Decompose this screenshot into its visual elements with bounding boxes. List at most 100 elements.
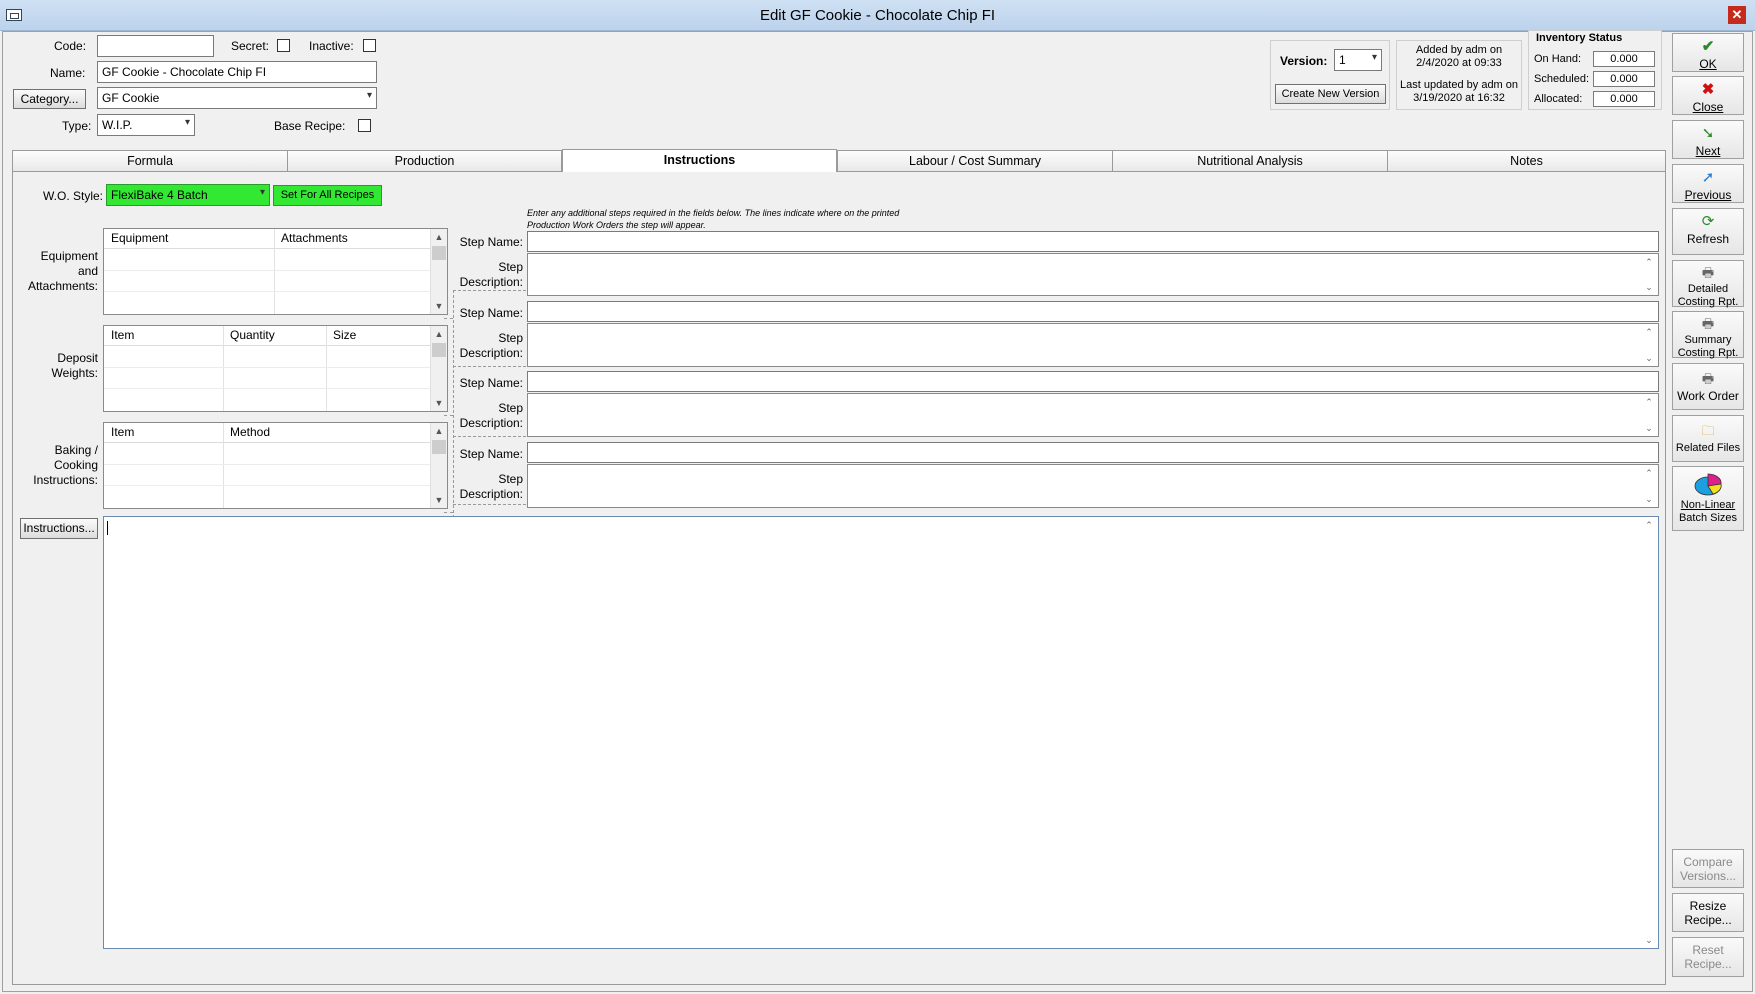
scroll-up-icon[interactable]: ⌃ bbox=[1641, 465, 1657, 481]
close-button[interactable]: ✖ Close bbox=[1672, 76, 1744, 115]
attachments-col-header[interactable]: Attachments bbox=[274, 229, 431, 249]
scroll-down-icon[interactable]: ⌄ bbox=[1641, 491, 1657, 507]
baking-scrollbar[interactable]: ▲ ▼ bbox=[430, 423, 447, 508]
scroll-down-icon[interactable]: ⌄ bbox=[1641, 420, 1657, 436]
wo-style-select[interactable]: FlexiBake 4 Batch ▾ bbox=[106, 184, 270, 206]
instructions-button[interactable]: Instructions... bbox=[20, 518, 98, 539]
tab-formula[interactable]: Formula bbox=[12, 150, 288, 171]
resize-label-2: Recipe... bbox=[1684, 913, 1732, 927]
code-field[interactable] bbox=[97, 35, 214, 57]
secret-checkbox[interactable] bbox=[277, 39, 290, 52]
scroll-up-icon[interactable]: ⌃ bbox=[1641, 324, 1657, 340]
scroll-up-icon[interactable]: ⌃ bbox=[1641, 517, 1657, 533]
method-col-header[interactable]: Method bbox=[223, 423, 431, 443]
step-4-name-label: Step Name: bbox=[459, 447, 523, 461]
compare-label-1: Compare bbox=[1683, 855, 1733, 869]
step-1-name-field[interactable] bbox=[527, 231, 1659, 252]
detailed-costing-report-button[interactable]: 🖶 Detailed Costing Rpt. bbox=[1672, 260, 1744, 308]
audit-info: Added by adm on 2/4/2020 at 09:33 Last u… bbox=[1396, 44, 1522, 105]
quantity-col-header[interactable]: Quantity bbox=[223, 326, 326, 346]
tab-instructions[interactable]: Instructions bbox=[562, 149, 837, 172]
wo-style-label: W.O. Style: bbox=[43, 189, 104, 203]
scroll-down-icon[interactable]: ⌄ bbox=[1641, 932, 1657, 948]
added-by-line2: 2/4/2020 at 09:33 bbox=[1416, 57, 1502, 69]
base-recipe-checkbox[interactable] bbox=[358, 119, 371, 132]
instructions-scrollbar[interactable]: ⌃ ⌄ bbox=[1641, 517, 1658, 948]
item-col-header[interactable]: Item bbox=[104, 423, 223, 443]
refresh-button[interactable]: ⟳ Refresh bbox=[1672, 208, 1744, 255]
equipment-scrollbar[interactable]: ▲ ▼ bbox=[430, 229, 447, 314]
instructions-text-area[interactable]: ⌃ ⌄ bbox=[103, 516, 1659, 949]
step-4-scrollbar[interactable]: ⌃ ⌄ bbox=[1641, 465, 1658, 507]
step-4-name-field[interactable] bbox=[527, 442, 1659, 463]
scroll-down-icon[interactable]: ▼ bbox=[431, 492, 447, 508]
base-recipe-label: Base Recipe: bbox=[274, 119, 346, 133]
inactive-checkbox[interactable] bbox=[363, 39, 376, 52]
next-button[interactable]: ➘ Next bbox=[1672, 120, 1744, 159]
size-col-header[interactable]: Size bbox=[326, 326, 431, 346]
step-2-desc-label: Step Description: bbox=[450, 331, 523, 361]
scroll-down-icon[interactable]: ▼ bbox=[431, 395, 447, 411]
step-3-name-field[interactable] bbox=[527, 371, 1659, 392]
scheduled-label: Scheduled: bbox=[1534, 73, 1590, 85]
step-1-description-field[interactable]: ⌃ ⌄ bbox=[527, 253, 1659, 296]
baking-label: Baking / Cooking Instructions: bbox=[14, 443, 98, 488]
item-col-header[interactable]: Item bbox=[104, 326, 223, 346]
step-2-description-field[interactable]: ⌃ ⌄ bbox=[527, 323, 1659, 367]
deposit-scrollbar[interactable]: ▲ ▼ bbox=[430, 326, 447, 411]
summary-costing-report-button[interactable]: 🖶 Summary Costing Rpt. bbox=[1672, 311, 1744, 359]
scroll-thumb[interactable] bbox=[432, 246, 446, 260]
step-2-name-field[interactable] bbox=[527, 301, 1659, 322]
category-select[interactable]: GF Cookie ▾ bbox=[97, 87, 377, 109]
equipment-grid[interactable]: Equipment Attachments ▲ ▼ bbox=[103, 228, 448, 315]
scroll-thumb[interactable] bbox=[432, 440, 446, 454]
step-4-desc-label: Step Description: bbox=[450, 472, 523, 502]
scroll-up-icon[interactable]: ⌃ bbox=[1641, 254, 1657, 270]
scroll-up-icon[interactable]: ▲ bbox=[431, 326, 447, 342]
steps-hint-line1: Enter any additional steps required in t… bbox=[527, 208, 900, 218]
compare-versions-button[interactable]: Compare Versions... bbox=[1672, 849, 1744, 888]
step-3-description-field[interactable]: ⌃ ⌄ bbox=[527, 393, 1659, 437]
tab-notes[interactable]: Notes bbox=[1387, 150, 1666, 171]
scroll-up-icon[interactable]: ▲ bbox=[431, 229, 447, 245]
ok-button[interactable]: ✔ OK bbox=[1672, 33, 1744, 72]
type-select[interactable]: W.I.P. ▾ bbox=[97, 114, 195, 136]
step-3-scrollbar[interactable]: ⌃ ⌄ bbox=[1641, 394, 1658, 436]
step-desc-label-line1: Step bbox=[498, 260, 523, 274]
step-4-description-field[interactable]: ⌃ ⌄ bbox=[527, 464, 1659, 508]
grid-row-line bbox=[104, 464, 431, 465]
step-boundary-line bbox=[453, 290, 526, 291]
tab-labour-cost-summary[interactable]: Labour / Cost Summary bbox=[837, 150, 1113, 171]
tab-production[interactable]: Production bbox=[287, 150, 562, 171]
tab-nutritional-analysis[interactable]: Nutritional Analysis bbox=[1112, 150, 1388, 171]
window-close-icon[interactable]: ✕ bbox=[1728, 6, 1746, 24]
category-button[interactable]: Category... bbox=[13, 89, 86, 109]
scroll-down-icon[interactable]: ▼ bbox=[431, 298, 447, 314]
deposit-weights-grid[interactable]: Item Quantity Size ▲ ▼ bbox=[103, 325, 448, 412]
related-files-button[interactable]: 🗀 Related Files bbox=[1672, 415, 1744, 462]
scroll-down-icon[interactable]: ⌄ bbox=[1641, 350, 1657, 366]
equipment-col-header[interactable]: Equipment bbox=[104, 229, 274, 249]
reset-recipe-button[interactable]: Reset Recipe... bbox=[1672, 937, 1744, 977]
create-new-version-button[interactable]: Create New Version bbox=[1275, 84, 1386, 104]
step-1-scrollbar[interactable]: ⌃ ⌄ bbox=[1641, 254, 1658, 295]
step-2-scrollbar[interactable]: ⌃ ⌄ bbox=[1641, 324, 1658, 366]
work-order-button[interactable]: 🖶 Work Order bbox=[1672, 363, 1744, 410]
set-for-all-recipes-button[interactable]: Set For All Recipes bbox=[273, 185, 382, 206]
non-linear-batch-sizes-button[interactable]: Non-Linear Batch Sizes bbox=[1672, 466, 1744, 531]
title-bar: Edit GF Cookie - Chocolate Chip FI ✕ bbox=[0, 0, 1755, 31]
baking-instructions-grid[interactable]: Item Method ▲ ▼ bbox=[103, 422, 448, 509]
name-field[interactable]: GF Cookie - Chocolate Chip FI bbox=[97, 61, 377, 83]
scroll-down-icon[interactable]: ⌄ bbox=[1641, 279, 1657, 295]
version-select[interactable]: 1 ▾ bbox=[1334, 49, 1382, 71]
previous-button[interactable]: ➚ Previous bbox=[1672, 164, 1744, 203]
close-icon: ✖ bbox=[1701, 81, 1715, 98]
scroll-up-icon[interactable]: ▲ bbox=[431, 423, 447, 439]
code-label: Code: bbox=[54, 39, 87, 53]
scroll-up-icon[interactable]: ⌃ bbox=[1641, 394, 1657, 410]
detailed-label-2: Costing Rpt. bbox=[1677, 296, 1739, 308]
baking-label-line2: Cooking bbox=[53, 458, 98, 472]
baking-label-line1: Baking / bbox=[54, 443, 98, 457]
scroll-thumb[interactable] bbox=[432, 343, 446, 357]
resize-recipe-button[interactable]: Resize Recipe... bbox=[1672, 893, 1744, 932]
